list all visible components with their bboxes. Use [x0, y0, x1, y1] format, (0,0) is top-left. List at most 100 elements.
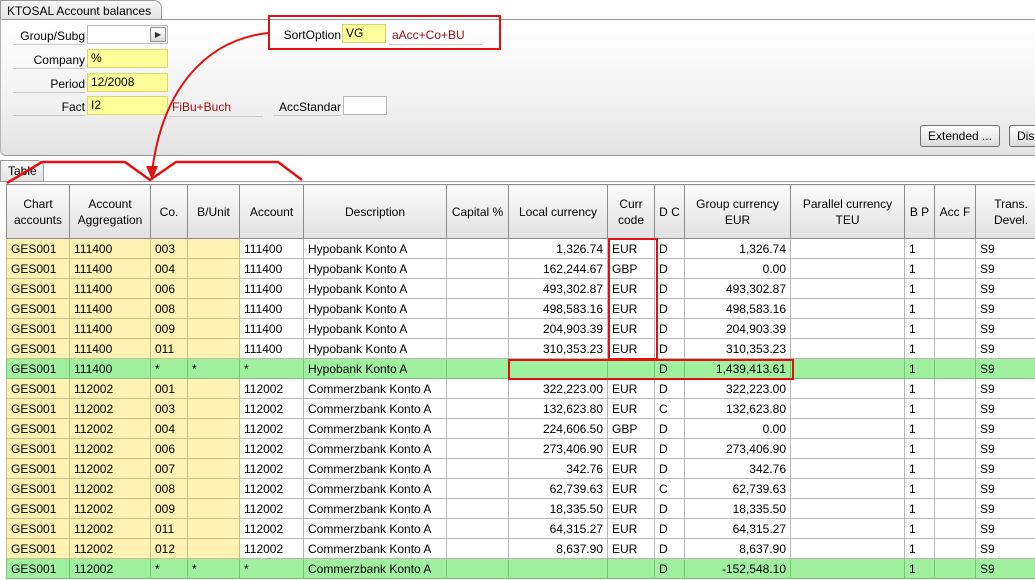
- table-cell[interactable]: GES001: [6, 378, 70, 399]
- table-cell[interactable]: [446, 318, 509, 339]
- table-cell[interactable]: 1: [904, 318, 935, 339]
- table-cell[interactable]: D: [654, 258, 685, 279]
- table-cell[interactable]: 112002: [239, 378, 304, 399]
- table-cell[interactable]: D: [654, 278, 685, 299]
- table-cell[interactable]: [187, 498, 240, 519]
- table-cell[interactable]: 498,583.16: [508, 298, 608, 319]
- column-header[interactable]: Capital %: [446, 184, 509, 239]
- table-cell[interactable]: 111400: [69, 318, 151, 339]
- table-cell[interactable]: 204,903.39: [508, 318, 608, 339]
- table-cell[interactable]: [790, 318, 905, 339]
- table-cell[interactable]: 111400: [239, 258, 304, 279]
- table-cell[interactable]: [187, 378, 240, 399]
- table-cell[interactable]: 111400: [69, 238, 151, 259]
- table-row[interactable]: GES001 111400 009 111400 Hypobank Konto A 204…: [6, 318, 1035, 339]
- table-cell[interactable]: [934, 518, 976, 539]
- table-cell[interactable]: [446, 258, 509, 279]
- table-cell[interactable]: 112002: [69, 398, 151, 419]
- table-cell[interactable]: GES001: [6, 558, 70, 579]
- table-cell[interactable]: 1: [904, 378, 935, 399]
- table-cell[interactable]: 273,406.90: [508, 438, 608, 459]
- table-cell[interactable]: 62,739.63: [508, 478, 608, 499]
- table-cell[interactable]: Commerzbank Konto A: [303, 538, 447, 559]
- table-cell[interactable]: [790, 278, 905, 299]
- table-cell[interactable]: GES001: [6, 518, 70, 539]
- table-cell[interactable]: 003: [150, 238, 188, 259]
- table-cell[interactable]: [187, 478, 240, 499]
- table-cell[interactable]: 111400: [69, 298, 151, 319]
- table-cell[interactable]: GES001: [6, 358, 70, 379]
- table-cell[interactable]: [187, 538, 240, 559]
- table-cell[interactable]: 111400: [69, 258, 151, 279]
- table-cell[interactable]: 1: [904, 298, 935, 319]
- table-cell[interactable]: [187, 398, 240, 419]
- table-cell[interactable]: 1,326.74: [508, 238, 608, 259]
- table-cell[interactable]: 111400: [239, 278, 304, 299]
- sort-option-input[interactable]: VG: [342, 24, 386, 43]
- table-cell[interactable]: Commerzbank Konto A: [303, 478, 447, 499]
- table-cell[interactable]: [934, 478, 976, 499]
- table-cell[interactable]: 162,244.67: [508, 258, 608, 279]
- table-cell[interactable]: [446, 458, 509, 479]
- table-cell[interactable]: GES001: [6, 338, 70, 359]
- table-cell[interactable]: 004: [150, 258, 188, 279]
- table-row[interactable]: GES001 112002 008 112002 Commerzbank Konto A…: [6, 478, 1035, 499]
- table-cell[interactable]: 322,223.00: [684, 378, 791, 399]
- table-cell[interactable]: 1,439,413.61: [684, 358, 791, 379]
- table-cell[interactable]: GBP: [607, 418, 655, 439]
- table-cell[interactable]: [934, 438, 976, 459]
- table-cell[interactable]: 001: [150, 378, 188, 399]
- column-header[interactable]: Account: [239, 184, 304, 239]
- column-header[interactable]: Chart accounts: [6, 184, 70, 239]
- table-cell[interactable]: GES001: [6, 258, 70, 279]
- table-cell[interactable]: EUR: [607, 238, 655, 259]
- table-cell[interactable]: *: [239, 358, 304, 379]
- table-cell[interactable]: GES001: [6, 478, 70, 499]
- table-cell[interactable]: 112002: [69, 518, 151, 539]
- table-cell[interactable]: [446, 418, 509, 439]
- table-cell[interactable]: [187, 258, 240, 279]
- table-cell[interactable]: [446, 298, 509, 319]
- table-cell[interactable]: 132,623.80: [684, 398, 791, 419]
- table-cell[interactable]: 1: [904, 458, 935, 479]
- table-cell[interactable]: Commerzbank Konto A: [303, 378, 447, 399]
- column-header[interactable]: Parallel currency TEU: [790, 184, 905, 239]
- table-cell[interactable]: 011: [150, 518, 188, 539]
- table-cell[interactable]: 8,637.90: [684, 538, 791, 559]
- table-cell[interactable]: EUR: [607, 538, 655, 559]
- table-cell[interactable]: [790, 538, 905, 559]
- table-cell[interactable]: [446, 518, 509, 539]
- table-row[interactable]: GES001 112002 007 112002 Commerzbank Konto A…: [6, 458, 1035, 479]
- table-cell[interactable]: 310,353.23: [684, 338, 791, 359]
- table-cell[interactable]: 111400: [239, 298, 304, 319]
- table-cell[interactable]: D: [654, 378, 685, 399]
- table-cell[interactable]: S9: [975, 418, 1035, 439]
- table-row[interactable]: GES001 111400 004 111400 Hypobank Konto A 162…: [6, 258, 1035, 279]
- table-cell[interactable]: C: [654, 478, 685, 499]
- window-title-tab[interactable]: KTOSAL Account balances: [0, 0, 162, 20]
- table-cell[interactable]: [790, 378, 905, 399]
- table-cell[interactable]: [934, 498, 976, 519]
- table-cell[interactable]: [187, 458, 240, 479]
- table-cell[interactable]: [607, 558, 655, 579]
- table-cell[interactable]: D: [654, 338, 685, 359]
- table-cell[interactable]: Commerzbank Konto A: [303, 518, 447, 539]
- table-cell[interactable]: Commerzbank Konto A: [303, 458, 447, 479]
- table-row[interactable]: GES001 112002 006 112002 Commerzbank Konto A…: [6, 438, 1035, 459]
- period-input[interactable]: 12/2008: [87, 73, 168, 92]
- table-cell[interactable]: S9: [975, 338, 1035, 359]
- table-cell[interactable]: D: [654, 238, 685, 259]
- table-cell[interactable]: 111400: [69, 358, 151, 379]
- table-cell[interactable]: EUR: [607, 478, 655, 499]
- table-cell[interactable]: [607, 358, 655, 379]
- table-cell[interactable]: 1: [904, 538, 935, 559]
- table-cell[interactable]: 004: [150, 418, 188, 439]
- table-cell[interactable]: S9: [975, 358, 1035, 379]
- table-cell[interactable]: [934, 278, 976, 299]
- table-cell[interactable]: [187, 418, 240, 439]
- table-cell[interactable]: S9: [975, 518, 1035, 539]
- column-header[interactable]: Group currency EUR: [684, 184, 791, 239]
- table-cell[interactable]: [934, 258, 976, 279]
- table-cell[interactable]: Commerzbank Konto A: [303, 418, 447, 439]
- table-cell[interactable]: 132,623.80: [508, 398, 608, 419]
